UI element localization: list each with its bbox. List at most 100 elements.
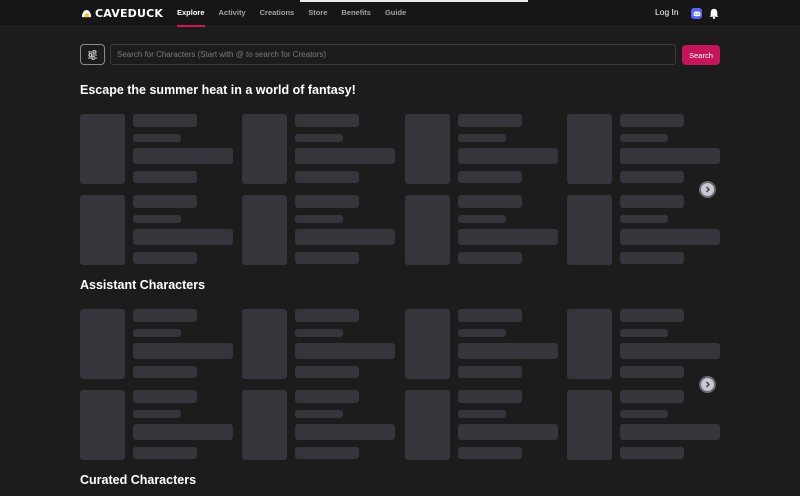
stats-skeleton	[458, 252, 522, 264]
nav-benefits[interactable]: Benefits	[341, 0, 371, 27]
description-skeleton	[295, 424, 395, 440]
character-card-placeholder[interactable]	[80, 390, 233, 460]
character-card-placeholder[interactable]	[567, 309, 720, 379]
name-skeleton	[295, 195, 359, 208]
character-image-skeleton	[567, 309, 612, 379]
stats-skeleton	[620, 171, 684, 183]
description-skeleton	[620, 343, 720, 359]
description-skeleton	[620, 229, 720, 245]
character-grid-assistant	[80, 309, 720, 461]
character-card-placeholder[interactable]	[80, 309, 233, 379]
character-card-placeholder[interactable]	[405, 390, 558, 460]
chevron-right-icon	[706, 381, 710, 388]
character-image-skeleton	[80, 390, 125, 460]
search-input[interactable]	[110, 44, 676, 65]
name-skeleton	[133, 309, 197, 322]
description-skeleton	[295, 229, 395, 245]
character-card-placeholder[interactable]	[405, 114, 558, 184]
creator-skeleton	[458, 410, 506, 418]
nav-explore[interactable]: Explore	[177, 0, 205, 27]
name-skeleton	[458, 114, 522, 127]
creator-skeleton	[620, 134, 668, 142]
character-card-placeholder[interactable]	[567, 195, 720, 265]
character-image-skeleton	[567, 390, 612, 460]
character-image-skeleton	[242, 390, 287, 460]
creator-skeleton	[620, 215, 668, 223]
name-skeleton	[295, 390, 359, 403]
creator-skeleton	[295, 134, 343, 142]
character-card-placeholder[interactable]	[567, 114, 720, 184]
description-skeleton	[620, 424, 720, 440]
stats-skeleton	[133, 366, 197, 378]
character-image-skeleton	[405, 390, 450, 460]
stats-skeleton	[458, 447, 522, 459]
character-image-skeleton	[405, 309, 450, 379]
character-image-skeleton	[242, 114, 287, 184]
bell-icon[interactable]	[709, 8, 719, 19]
search-button[interactable]: Search	[682, 45, 720, 65]
nav-guide[interactable]: Guide	[385, 0, 406, 27]
filter-button[interactable]	[80, 44, 105, 65]
section-title-assistant: Assistant Characters	[80, 278, 206, 292]
discord-glyph	[693, 11, 700, 16]
creator-skeleton	[458, 215, 506, 223]
character-image-skeleton	[80, 195, 125, 265]
carousel-next-button[interactable]	[699, 376, 716, 393]
character-image-skeleton	[567, 114, 612, 184]
description-skeleton	[133, 424, 233, 440]
stats-skeleton	[620, 252, 684, 264]
character-card-placeholder[interactable]	[567, 390, 720, 460]
name-skeleton	[620, 309, 684, 322]
chevron-right-icon	[706, 186, 710, 193]
character-image-skeleton	[80, 309, 125, 379]
character-image-skeleton	[567, 195, 612, 265]
character-image-skeleton	[242, 195, 287, 265]
character-card-placeholder[interactable]	[80, 114, 233, 184]
sliders-icon	[88, 49, 97, 60]
caveduck-logo[interactable]: CAVEDUCK	[81, 6, 163, 20]
discord-icon[interactable]	[691, 8, 702, 19]
nav-store[interactable]: Store	[308, 0, 327, 27]
nav-activity[interactable]: Activity	[219, 0, 246, 27]
creator-skeleton	[295, 410, 343, 418]
description-skeleton	[295, 148, 395, 164]
stats-skeleton	[458, 171, 522, 183]
main-nav: Explore Activity Creations Store Benefit…	[177, 0, 420, 27]
description-skeleton	[458, 229, 558, 245]
creator-skeleton	[620, 410, 668, 418]
character-card-placeholder[interactable]	[405, 309, 558, 379]
login-button[interactable]: Log In	[655, 7, 679, 17]
stats-skeleton	[295, 447, 359, 459]
section-title-summer: Escape the summer heat in a world of fan…	[80, 83, 356, 97]
top-navigation-bar: CAVEDUCK Explore Activity Creations Stor…	[0, 0, 800, 27]
description-skeleton	[458, 148, 558, 164]
stats-skeleton	[133, 171, 197, 183]
name-skeleton	[133, 390, 197, 403]
creator-skeleton	[133, 134, 181, 142]
character-card-placeholder[interactable]	[405, 195, 558, 265]
description-skeleton	[458, 424, 558, 440]
creator-skeleton	[458, 134, 506, 142]
character-card-placeholder[interactable]	[242, 195, 395, 265]
description-skeleton	[458, 343, 558, 359]
stats-skeleton	[133, 447, 197, 459]
stats-skeleton	[295, 366, 359, 378]
creator-skeleton	[295, 215, 343, 223]
stats-skeleton	[620, 366, 684, 378]
description-skeleton	[620, 148, 720, 164]
creator-skeleton	[133, 410, 181, 418]
character-image-skeleton	[80, 114, 125, 184]
character-image-skeleton	[405, 195, 450, 265]
nav-creations[interactable]: Creations	[260, 0, 295, 27]
character-card-placeholder[interactable]	[242, 390, 395, 460]
creator-skeleton	[133, 215, 181, 223]
creator-skeleton	[620, 329, 668, 337]
character-card-placeholder[interactable]	[242, 114, 395, 184]
name-skeleton	[620, 195, 684, 208]
stats-skeleton	[133, 252, 197, 264]
carousel-next-button[interactable]	[699, 181, 716, 198]
description-skeleton	[295, 343, 395, 359]
character-card-placeholder[interactable]	[242, 309, 395, 379]
character-card-placeholder[interactable]	[80, 195, 233, 265]
name-skeleton	[133, 195, 197, 208]
